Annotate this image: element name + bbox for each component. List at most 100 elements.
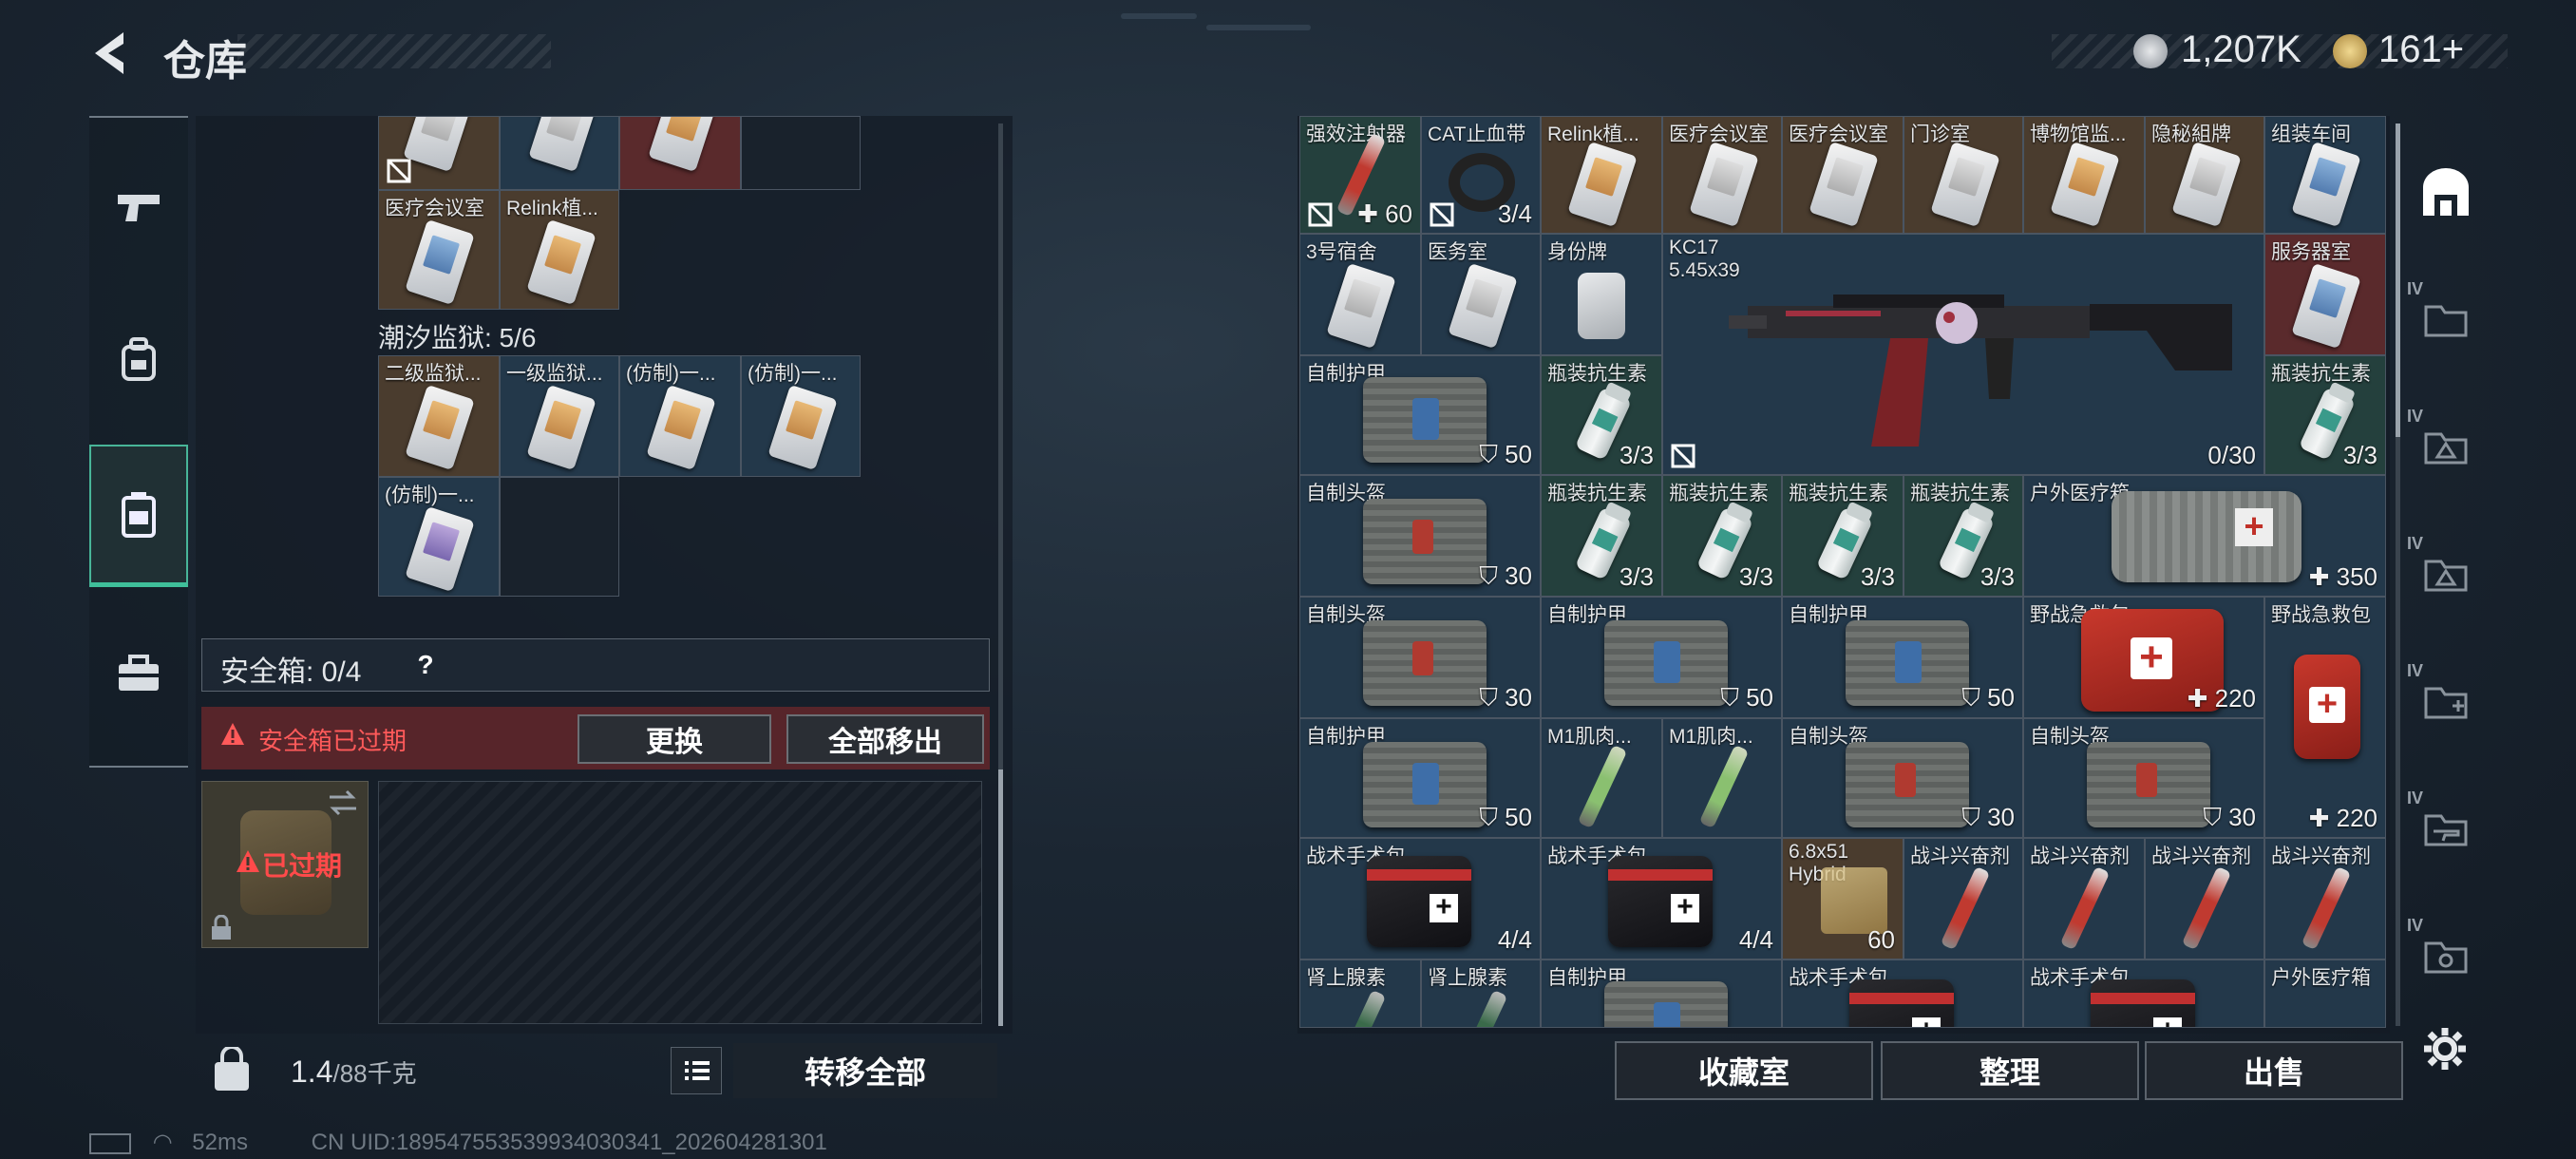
item-cell[interactable]: 自制头盔 ⛉ 30 [1299, 475, 1541, 597]
tab-storage-3[interactable]: IV [2403, 530, 2489, 616]
page-title: 仓库 [163, 38, 247, 85]
medical-folder-icon [2424, 687, 2468, 719]
item-cell[interactable]: 肾上腺素 [1299, 960, 1421, 1028]
item-cell[interactable]: 隐秘組牌 [2145, 116, 2264, 234]
item-cell[interactable]: 战斗兴奋剂 [1904, 838, 2023, 960]
item-cell[interactable]: 野战急救包 ✚ 220 [2264, 597, 2386, 838]
item-cell[interactable] [500, 116, 619, 190]
item-cell[interactable]: 强效注射器 ✚ 60 [1299, 116, 1421, 234]
item-cell[interactable]: 博物馆监... [2023, 116, 2145, 234]
right-scrollbar-thumb[interactable] [2396, 124, 2400, 437]
item-cell[interactable]: 二级监狱... [378, 355, 500, 477]
item-cell[interactable]: 瓶装抗生素 3/3 [2264, 355, 2386, 475]
item-cell[interactable]: 自制护甲 ⛉ 50 [1299, 355, 1541, 475]
item-cell[interactable]: 战斗兴奋剂 [2264, 838, 2386, 960]
plus-icon: ✚ [1357, 200, 1386, 228]
item-cell[interactable]: 自制护甲 ⛉ 50 [1541, 597, 1782, 718]
tab-warehouse-main[interactable] [2403, 150, 2489, 236]
item-cell[interactable]: 战术手术包 4/4 [1299, 838, 1541, 960]
item-cell[interactable]: 肾上腺素 [1421, 960, 1541, 1028]
item-cell[interactable]: 自制护甲 [1541, 960, 1782, 1028]
item-cell[interactable]: 身份牌 [1541, 234, 1662, 355]
stimulant-icon [2301, 865, 2352, 951]
rifle-icon [1729, 294, 2232, 446]
dogtag-icon [1578, 273, 1625, 339]
item-cell[interactable]: 瓶装抗生素 3/3 [1782, 475, 1904, 597]
carry-weight: 1.4/88千克 [291, 1054, 417, 1090]
silver-amount: 1,207K [2181, 28, 2301, 70]
adrenaline-icon [1457, 989, 1508, 1027]
item-cell[interactable]: 战斗兴奋剂 [2023, 838, 2145, 960]
item-cell[interactable]: 医疗会议室 [1782, 116, 1904, 234]
item-cell[interactable]: 门诊室 [1904, 116, 2023, 234]
move-all-out-button[interactable]: 全部移出 [786, 714, 984, 764]
tab-storage-4[interactable]: IV [2403, 657, 2489, 743]
collection-room-button[interactable]: 收藏室 [1615, 1041, 1873, 1100]
item-cell[interactable]: 瓶装抗生素 3/3 [1662, 475, 1782, 597]
tab-gear[interactable] [89, 289, 188, 431]
title-stripe [237, 34, 551, 68]
ammo-icon [1821, 867, 1887, 934]
sell-button[interactable]: 出售 [2145, 1041, 2403, 1100]
item-cell[interactable]: 一级监狱... [500, 355, 619, 477]
item-cell[interactable]: 服务器室 [2264, 234, 2386, 355]
item-cell[interactable]: 户外医疗箱 ✚ 350 [2023, 475, 2386, 597]
item-cell[interactable]: 户外医疗箱 [2264, 960, 2386, 1028]
tab-containers[interactable] [89, 445, 188, 587]
keycard-icon [2171, 141, 2242, 228]
item-cell[interactable]: (仿制)一... [619, 355, 741, 477]
item-cell[interactable]: 6.8x51 Hybrid 60 [1782, 838, 1904, 960]
item-cell[interactable]: 野战急救包 ✚ 220 [2023, 597, 2264, 718]
uid-text: CN UID:18954755353993403034​1_2026042813… [311, 1130, 827, 1155]
tab-storage-6[interactable]: IV [2403, 912, 2489, 998]
item-cell[interactable] [378, 116, 500, 190]
stimulant-icon [2059, 865, 2111, 951]
tab-weapons[interactable] [89, 137, 188, 279]
gold-amount: 161+ [2378, 28, 2465, 70]
helmet-icon [1363, 620, 1487, 706]
item-cell[interactable]: 自制头盔 ⛉ 30 [1299, 597, 1541, 718]
item-cell[interactable]: Relink植... [1541, 116, 1662, 234]
item-cell[interactable]: Relink植... [500, 190, 619, 310]
item-cell[interactable]: 瓶装抗生素 3/3 [1904, 475, 2023, 597]
empty-cell[interactable] [741, 116, 861, 190]
safe-box-grid[interactable] [378, 781, 982, 1024]
item-cell[interactable]: 3号宿舍 [1299, 234, 1421, 355]
item-cell[interactable]: M1肌肉... [1662, 718, 1782, 838]
tab-storage-5[interactable]: IV [2403, 785, 2489, 870]
item-cell[interactable]: 战术手术包 [2023, 960, 2264, 1028]
item-cell[interactable]: 医疗会议室 [1662, 116, 1782, 234]
back-arrow-icon[interactable] [87, 28, 133, 78]
item-cell[interactable]: 瓶装抗生素 3/3 [1541, 475, 1662, 597]
left-scrollbar-thumb[interactable] [998, 770, 1003, 1026]
sort-button[interactable]: 整理 [1881, 1041, 2139, 1100]
help-icon[interactable]: ? [407, 648, 445, 682]
item-cell[interactable]: 瓶装抗生素 3/3 [1541, 355, 1662, 475]
item-cell[interactable]: 组装车间 [2264, 116, 2386, 234]
item-cell[interactable]: 战斗兴奋剂 [2145, 838, 2264, 960]
helmet-icon [1846, 742, 1969, 827]
tab-storage-1[interactable]: IV [2403, 276, 2489, 361]
keycard-icon [1689, 141, 1759, 228]
surgical-kit-icon [1608, 856, 1713, 947]
item-cell[interactable]: 战术手术包 4/4 [1541, 838, 1782, 960]
item-cell[interactable]: 战术手术包 [1782, 960, 2023, 1028]
tab-storage-2[interactable]: IV [2403, 403, 2489, 488]
item-cell[interactable]: 医务室 [1421, 234, 1541, 355]
item-cell[interactable]: 自制护甲 ⛉ 50 [1299, 718, 1541, 838]
empty-cell[interactable] [500, 477, 619, 597]
item-cell[interactable] [619, 116, 741, 190]
item-cell[interactable]: CAT止血带 3/4 [1421, 116, 1541, 234]
item-cell[interactable]: M1肌肉... [1541, 718, 1662, 838]
item-cell[interactable]: 医疗会议室 [378, 190, 500, 310]
list-view-button[interactable] [671, 1047, 722, 1094]
item-cell[interactable]: 自制头盔 ⛉ 30 [1782, 718, 2023, 838]
item-cell[interactable]: 自制护甲 ⛉ 50 [1782, 597, 2023, 718]
transfer-all-button[interactable]: 转移全部 [733, 1043, 997, 1098]
item-cell[interactable]: 自制头盔 ⛉ 30 [2023, 718, 2264, 838]
item-cell[interactable]: (仿制)一... [741, 355, 861, 477]
change-button[interactable]: 更换 [578, 714, 771, 764]
settings-gear-icon[interactable] [2420, 1024, 2470, 1074]
item-cell[interactable]: (仿制)一... [378, 477, 500, 597]
tab-tools[interactable] [89, 602, 188, 745]
